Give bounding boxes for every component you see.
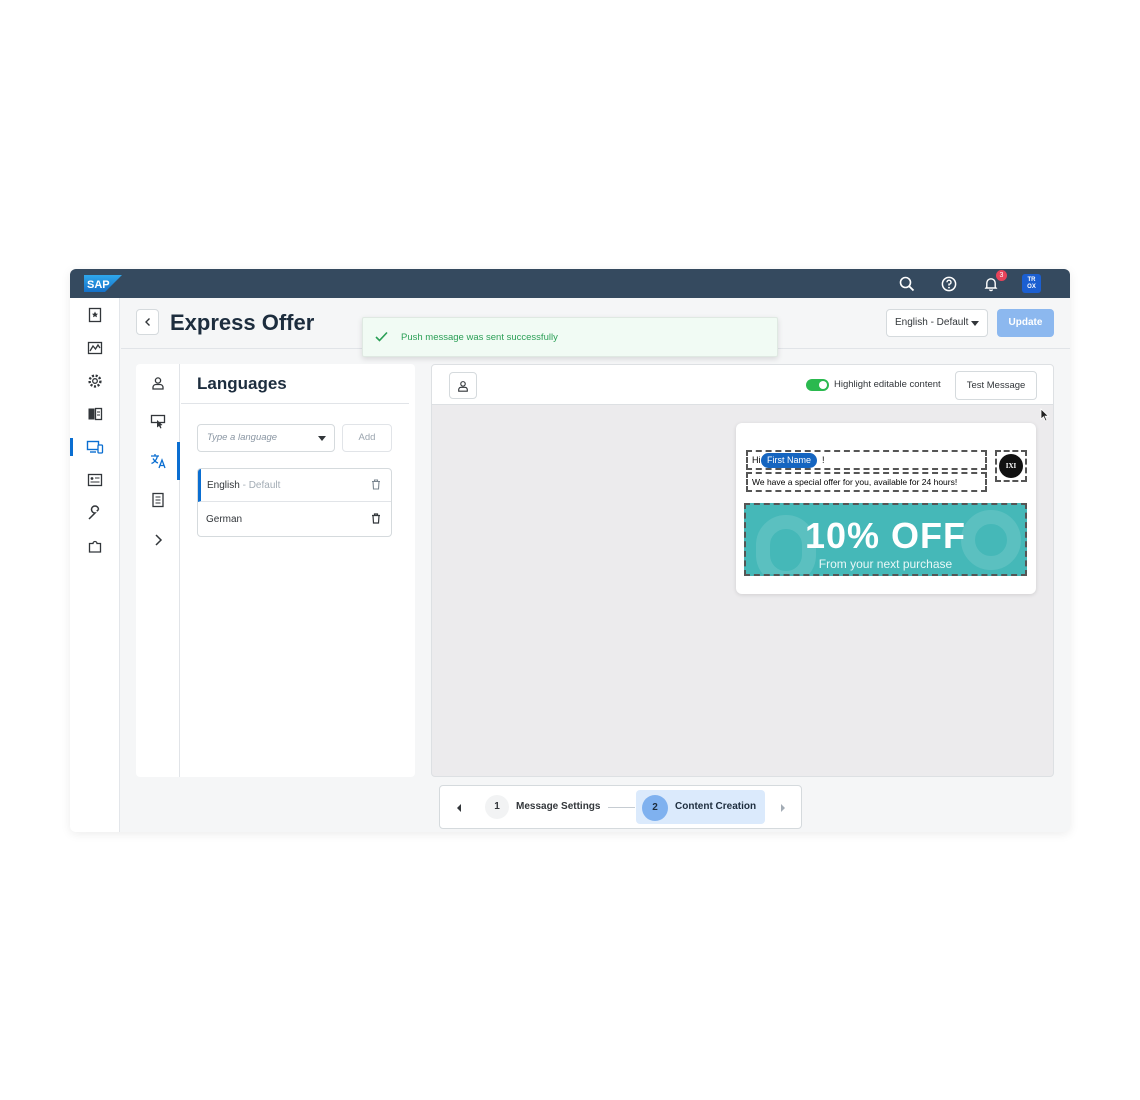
panel-divider	[181, 403, 409, 404]
success-toast: Push message was sent successfully	[362, 317, 778, 357]
push-notification-card: Hi First Name ! We have a special offer …	[736, 423, 1036, 594]
language-select[interactable]: English - Default	[886, 309, 988, 337]
step-1-label[interactable]: Message Settings	[516, 801, 600, 812]
user-icon[interactable]	[136, 368, 180, 398]
step-1-number[interactable]: 1	[485, 795, 509, 819]
next-step-icon[interactable]	[781, 804, 785, 812]
update-button[interactable]: Update	[997, 309, 1054, 337]
panel-tab-active-indicator	[177, 442, 180, 480]
highlight-toggle-label: Highlight editable content	[834, 379, 941, 390]
language-row-german[interactable]: German	[198, 503, 391, 536]
help-icon[interactable]	[939, 274, 959, 294]
mouse-cursor-icon	[1040, 408, 1050, 422]
language-combobox[interactable]: Type a language	[197, 424, 335, 452]
back-button[interactable]	[136, 309, 159, 335]
language-name: German	[206, 514, 243, 525]
touch-icon[interactable]	[136, 407, 180, 437]
checkmark-icon	[375, 331, 388, 342]
notification-badge: 3	[996, 270, 1007, 281]
language-row-english[interactable]: English - Default	[198, 469, 391, 502]
language-list: English - Default German	[197, 468, 392, 537]
comparison-icon[interactable]	[70, 399, 120, 429]
document-icon[interactable]	[136, 485, 180, 515]
greeting-editable[interactable]: Hi First Name !	[746, 450, 987, 470]
banner-subtitle: From your next purchase	[818, 557, 953, 571]
step-connector	[608, 807, 635, 808]
language-name: English	[207, 480, 240, 491]
shell-bar: SAP 3 TR OX	[70, 269, 1070, 298]
add-language-button[interactable]: Add	[342, 424, 392, 452]
caret-down-icon[interactable]	[318, 436, 326, 441]
message-preview: Highlight editable content Test Message …	[431, 364, 1054, 777]
offer-text: We have a special offer for you, availab…	[752, 477, 958, 487]
devices-icon[interactable]	[70, 432, 120, 462]
trash-icon[interactable]	[371, 479, 381, 490]
panel-tab-bar	[136, 364, 180, 777]
toast-message: Push message was sent successfully	[401, 332, 558, 343]
avatar[interactable]: TR OX	[1022, 274, 1041, 293]
test-message-button[interactable]: Test Message	[955, 371, 1037, 400]
preview-user-button[interactable]	[449, 372, 477, 399]
chevron-left-icon	[144, 318, 150, 326]
avatar-initials-2: OX	[1027, 284, 1036, 290]
app-window: SAP 3 TR OX Express Offer English - Defa…	[70, 269, 1070, 832]
user-icon	[458, 380, 468, 392]
step-2-number[interactable]: 2	[642, 795, 668, 821]
avatar-initials-1: TR	[1027, 277, 1036, 283]
translate-icon[interactable]	[136, 446, 180, 476]
bookmark-icon[interactable]	[70, 300, 120, 330]
caret-down-icon	[971, 321, 979, 326]
side-navigation	[70, 298, 120, 832]
highlight-toggle[interactable]	[806, 379, 829, 391]
wizard-stepper: 1 Message Settings 2 Content Creation	[439, 785, 802, 829]
banner-headline: 10% OFF	[804, 515, 967, 556]
greeting-exclamation: !	[822, 455, 825, 465]
wrench-icon[interactable]	[70, 498, 120, 528]
language-input-placeholder: Type a language	[207, 432, 278, 443]
preview-toolbar: Highlight editable content Test Message	[432, 365, 1053, 405]
sap-logo[interactable]: SAP	[84, 275, 122, 292]
logo-editable[interactable]: IXI	[995, 450, 1027, 482]
search-icon[interactable]	[897, 274, 917, 294]
chevron-right-icon[interactable]	[136, 525, 180, 555]
panel-title: Languages	[197, 374, 287, 393]
language-select-value: English - Default	[895, 317, 969, 328]
sap-logo-text: SAP	[87, 279, 110, 291]
languages-panel: Languages Type a language Add English - …	[136, 364, 415, 777]
offer-text-editable[interactable]: We have a special offer for you, availab…	[746, 472, 987, 492]
analytics-icon[interactable]	[70, 333, 120, 363]
brand-logo: IXI	[999, 454, 1023, 478]
puzzle-icon[interactable]	[70, 531, 120, 561]
contact-card-icon[interactable]	[70, 465, 120, 495]
first-name-token[interactable]: First Name	[761, 453, 818, 468]
trash-icon[interactable]	[371, 513, 381, 524]
banner-image-editable[interactable]: 10% OFF From your next purchase	[744, 503, 1027, 576]
language-default-tag: - Default	[239, 480, 281, 491]
greeting-text: Hi	[752, 455, 761, 465]
previous-step-icon[interactable]	[457, 804, 461, 812]
step-2-label[interactable]: Content Creation	[675, 801, 756, 812]
settings-icon[interactable]	[70, 366, 120, 396]
page-title: Express Offer	[170, 310, 315, 335]
